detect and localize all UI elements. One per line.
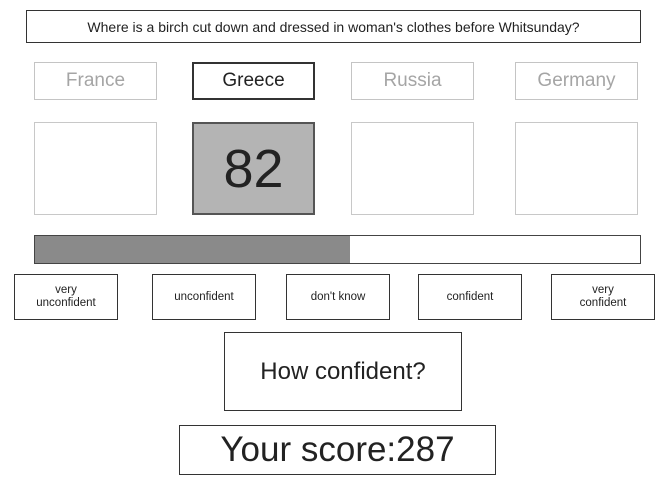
answer-box-germany[interactable] [515,122,638,215]
score-value: 287 [396,430,455,469]
confidence-prompt: How confident? [224,332,462,411]
dont-know-button[interactable]: don't know [286,274,390,320]
answer-box-france[interactable] [34,122,157,215]
very-unconfident-label: very unconfident [36,284,96,309]
unconfident-button[interactable]: unconfident [152,274,256,320]
confident-label: confident [446,290,494,303]
score-label: Your score: [220,430,397,469]
answer-box-greece[interactable]: 82 [192,122,315,215]
confidence-bar[interactable] [34,235,641,264]
score-display: Your score: 287 [179,425,496,475]
option-greece[interactable]: Greece [192,62,315,100]
option-france[interactable]: France [34,62,157,100]
confidence-bar-fill [35,236,350,263]
unconfident-label: unconfident [174,290,234,303]
dont-know-label: don't know [310,290,366,303]
very-confident-button[interactable]: very confident [551,274,655,320]
very-confident-label: very confident [579,284,627,309]
question-text: Where is a birch cut down and dressed in… [26,10,641,43]
very-unconfident-button[interactable]: very unconfident [14,274,118,320]
answer-box-russia[interactable] [351,122,474,215]
option-russia[interactable]: Russia [351,62,474,100]
confident-button[interactable]: confident [418,274,522,320]
option-germany[interactable]: Germany [515,62,638,100]
